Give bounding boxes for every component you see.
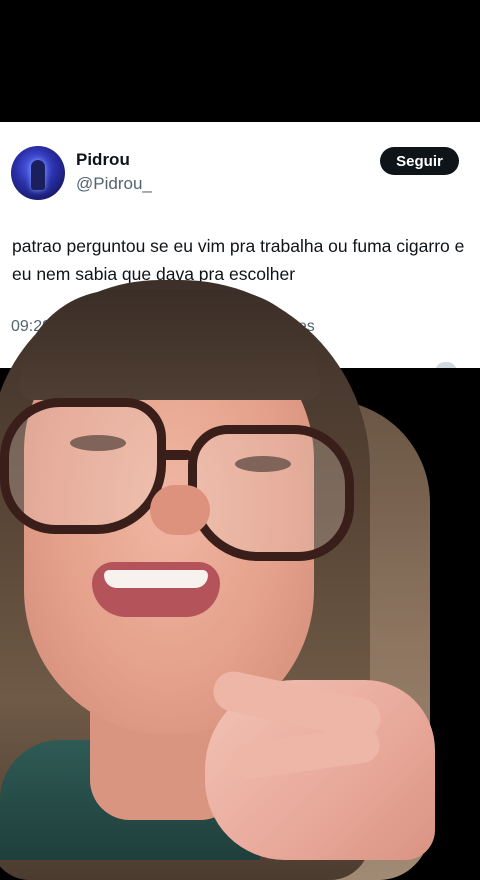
glasses-right-lens — [188, 425, 354, 561]
author-name[interactable]: Pidrou — [76, 150, 130, 170]
follow-button[interactable]: Seguir — [380, 147, 459, 175]
teeth — [104, 570, 208, 588]
nose — [150, 485, 210, 535]
author-handle[interactable]: @Pidrou_ — [76, 174, 152, 194]
top-letterbox — [0, 0, 480, 122]
glasses-bridge — [160, 450, 192, 460]
hair-bangs — [20, 290, 320, 400]
mouth — [92, 562, 220, 617]
glasses-left-lens — [0, 398, 166, 534]
person-overlay-image — [0, 280, 480, 880]
author-avatar[interactable] — [11, 146, 65, 200]
avatar-figure-icon — [31, 160, 45, 190]
